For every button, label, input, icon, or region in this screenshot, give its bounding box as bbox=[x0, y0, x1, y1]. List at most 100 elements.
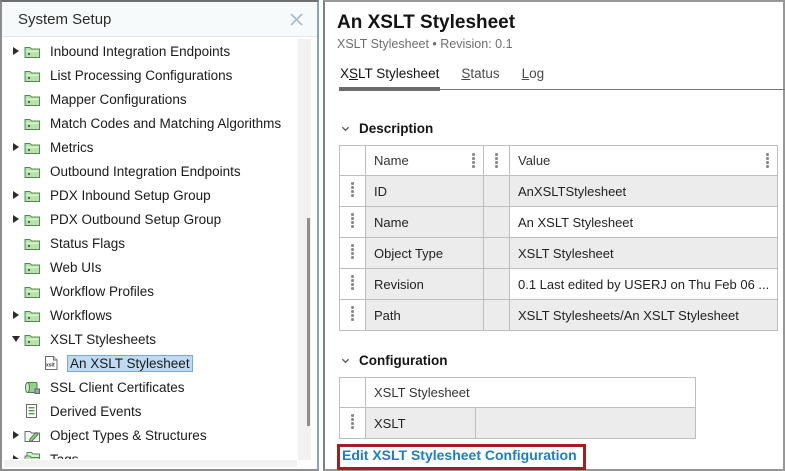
sidebar-header: System Setup bbox=[2, 2, 317, 37]
close-icon[interactable] bbox=[285, 8, 307, 30]
expand-arrow-icon[interactable] bbox=[13, 191, 19, 199]
edit-xslt-stylesheet-configuration-link[interactable]: Edit XSLT Stylesheet Configuration bbox=[342, 447, 577, 463]
tree-item-pdx-outbound-setup-group[interactable]: PDX Outbound Setup Group bbox=[2, 207, 299, 231]
page-subtitle: XSLT Stylesheet • Revision: 0.1 bbox=[337, 37, 783, 51]
tree-item-label: Match Codes and Matching Algorithms bbox=[47, 115, 284, 132]
tree-item-mapper-configurations[interactable]: Mapper Configurations bbox=[2, 87, 299, 111]
tree-item-object-types-structures[interactable]: Object Types & Structures bbox=[2, 423, 299, 447]
tree-item-tags[interactable]: Tags bbox=[2, 447, 299, 459]
tree-item-list-processing-configurations[interactable]: List Processing Configurations bbox=[2, 63, 299, 87]
row-spacer-cell bbox=[484, 207, 510, 238]
row-name-cell: Object Type bbox=[366, 238, 484, 269]
tree-item-pdx-inbound-setup-group[interactable]: PDX Inbound Setup Group bbox=[2, 183, 299, 207]
row-drag-handle-icon[interactable] bbox=[340, 408, 366, 439]
row-name-cell: ID bbox=[366, 176, 484, 207]
system-setup-tree: Inbound Integration Endpoints List Proce… bbox=[2, 39, 299, 459]
folder-icon bbox=[24, 43, 42, 59]
row-value-cell: 0.1 Last edited by USERJ on Thu Feb 06 .… bbox=[510, 269, 778, 300]
tree-item-workflows[interactable]: Workflows bbox=[2, 303, 299, 327]
folder-icon bbox=[24, 115, 42, 131]
expand-arrow-icon[interactable] bbox=[13, 431, 19, 439]
row-drag-handle-icon[interactable] bbox=[340, 207, 366, 238]
tree-item-label: Web UIs bbox=[47, 259, 105, 276]
description-section-title: Description bbox=[359, 121, 433, 136]
tree-item-xslt-stylesheets[interactable]: XSLT Stylesheets bbox=[2, 327, 299, 351]
column-menu-icon[interactable] bbox=[495, 153, 498, 168]
folder-icon bbox=[24, 283, 42, 299]
row-value-cell: XSLT Stylesheet bbox=[510, 238, 778, 269]
xslt-file-icon: xslt bbox=[44, 355, 62, 371]
column-header-value: Value bbox=[510, 146, 778, 176]
row-drag-handle-icon[interactable] bbox=[340, 269, 366, 300]
tab-status[interactable]: Status bbox=[460, 66, 500, 89]
row-spacer-cell bbox=[484, 300, 510, 331]
tree-item-label: Status Flags bbox=[47, 235, 128, 252]
configuration-table-header-row: XSLT Stylesheet bbox=[340, 378, 696, 408]
tree-item-ssl-client-certificates[interactable]: SSL Client Certificates bbox=[2, 375, 299, 399]
tree-item-label: Workflows bbox=[47, 307, 115, 324]
column-header-name: Name bbox=[366, 146, 484, 176]
expand-arrow-icon[interactable] bbox=[13, 47, 19, 55]
description-section-header: Description bbox=[341, 121, 783, 136]
row-value-cell bbox=[476, 408, 696, 439]
tree-item-label: List Processing Configurations bbox=[47, 67, 235, 84]
tree-item-workflow-profiles[interactable]: Workflow Profiles bbox=[2, 279, 299, 303]
tree-item-label: Metrics bbox=[47, 139, 97, 156]
tree-item-label-selected: An XSLT Stylesheet bbox=[67, 355, 193, 372]
table-row-xslt: XSLT bbox=[340, 408, 696, 439]
tree-item-status-flags[interactable]: Status Flags bbox=[2, 231, 299, 255]
folder-icon bbox=[24, 187, 42, 203]
folder-icon bbox=[24, 235, 42, 251]
collapse-section-icon[interactable] bbox=[341, 124, 350, 133]
tree-item-label: Outbound Integration Endpoints bbox=[47, 163, 244, 180]
folder-icon bbox=[24, 307, 42, 323]
column-menu-icon[interactable] bbox=[472, 153, 475, 168]
sidebar-vertical-scrollbar-thumb[interactable] bbox=[307, 218, 310, 426]
tree-item-match-codes[interactable]: Match Codes and Matching Algorithms bbox=[2, 111, 299, 135]
document-list-icon bbox=[24, 403, 42, 419]
table-row-object-type: Object Type XSLT Stylesheet bbox=[340, 238, 778, 269]
tree-item-outbound-integration-endpoints[interactable]: Outbound Integration Endpoints bbox=[2, 159, 299, 183]
certificate-icon bbox=[24, 379, 42, 395]
column-menu-icon[interactable] bbox=[766, 153, 769, 168]
description-table-header-row: Name Value bbox=[340, 146, 778, 176]
tree-item-label: SSL Client Certificates bbox=[47, 379, 188, 396]
collapse-section-icon[interactable] bbox=[341, 356, 350, 365]
table-row-id: ID AnXSLTStylesheet bbox=[340, 176, 778, 207]
tab-xslt-stylesheet[interactable]: XSLT Stylesheet bbox=[339, 66, 440, 89]
expand-arrow-icon[interactable] bbox=[13, 215, 19, 223]
tree-item-an-xslt-stylesheet[interactable]: xslt An XSLT Stylesheet bbox=[2, 351, 299, 375]
row-drag-handle-icon[interactable] bbox=[340, 300, 366, 331]
expand-arrow-icon[interactable] bbox=[13, 143, 19, 151]
row-drag-handle-icon[interactable] bbox=[340, 238, 366, 269]
row-drag-handle-icon[interactable] bbox=[340, 176, 366, 207]
expand-arrow-icon[interactable] bbox=[13, 455, 19, 459]
row-value-cell: AnXSLTStylesheet bbox=[510, 176, 778, 207]
row-spacer-cell bbox=[484, 238, 510, 269]
sidebar-horizontal-scrollbar-track[interactable] bbox=[4, 460, 297, 467]
tree-item-derived-events[interactable]: Derived Events bbox=[2, 399, 299, 423]
row-name-cell: XSLT bbox=[366, 408, 476, 439]
folder-edit-icon bbox=[24, 427, 42, 443]
collapse-arrow-icon[interactable] bbox=[12, 336, 20, 342]
tree-item-web-uis[interactable]: Web UIs bbox=[2, 255, 299, 279]
tree-item-label: Object Types & Structures bbox=[47, 427, 210, 444]
folder-icon bbox=[24, 163, 42, 179]
tab-log[interactable]: Log bbox=[521, 66, 546, 89]
tree-item-inbound-integration-endpoints[interactable]: Inbound Integration Endpoints bbox=[2, 39, 299, 63]
folder-icon bbox=[24, 259, 42, 275]
row-value-cell: An XSLT Stylesheet bbox=[510, 207, 778, 238]
tree-item-label: Tags bbox=[47, 451, 82, 460]
expand-arrow-icon[interactable] bbox=[13, 311, 19, 319]
folder-icon bbox=[24, 139, 42, 155]
folder-icon bbox=[24, 211, 42, 227]
table-row-path: Path XSLT Stylesheets/An XSLT Stylesheet bbox=[340, 300, 778, 331]
row-name-cell: Revision bbox=[366, 269, 484, 300]
tab-bar: XSLT Stylesheet Status Log bbox=[339, 66, 785, 90]
tree-item-label: PDX Outbound Setup Group bbox=[47, 211, 224, 228]
row-name-cell: Name bbox=[366, 207, 484, 238]
tree-item-metrics[interactable]: Metrics bbox=[2, 135, 299, 159]
tree-item-label: Inbound Integration Endpoints bbox=[47, 43, 233, 60]
configuration-section-title: Configuration bbox=[359, 353, 447, 368]
svg-text:xslt: xslt bbox=[46, 363, 55, 369]
